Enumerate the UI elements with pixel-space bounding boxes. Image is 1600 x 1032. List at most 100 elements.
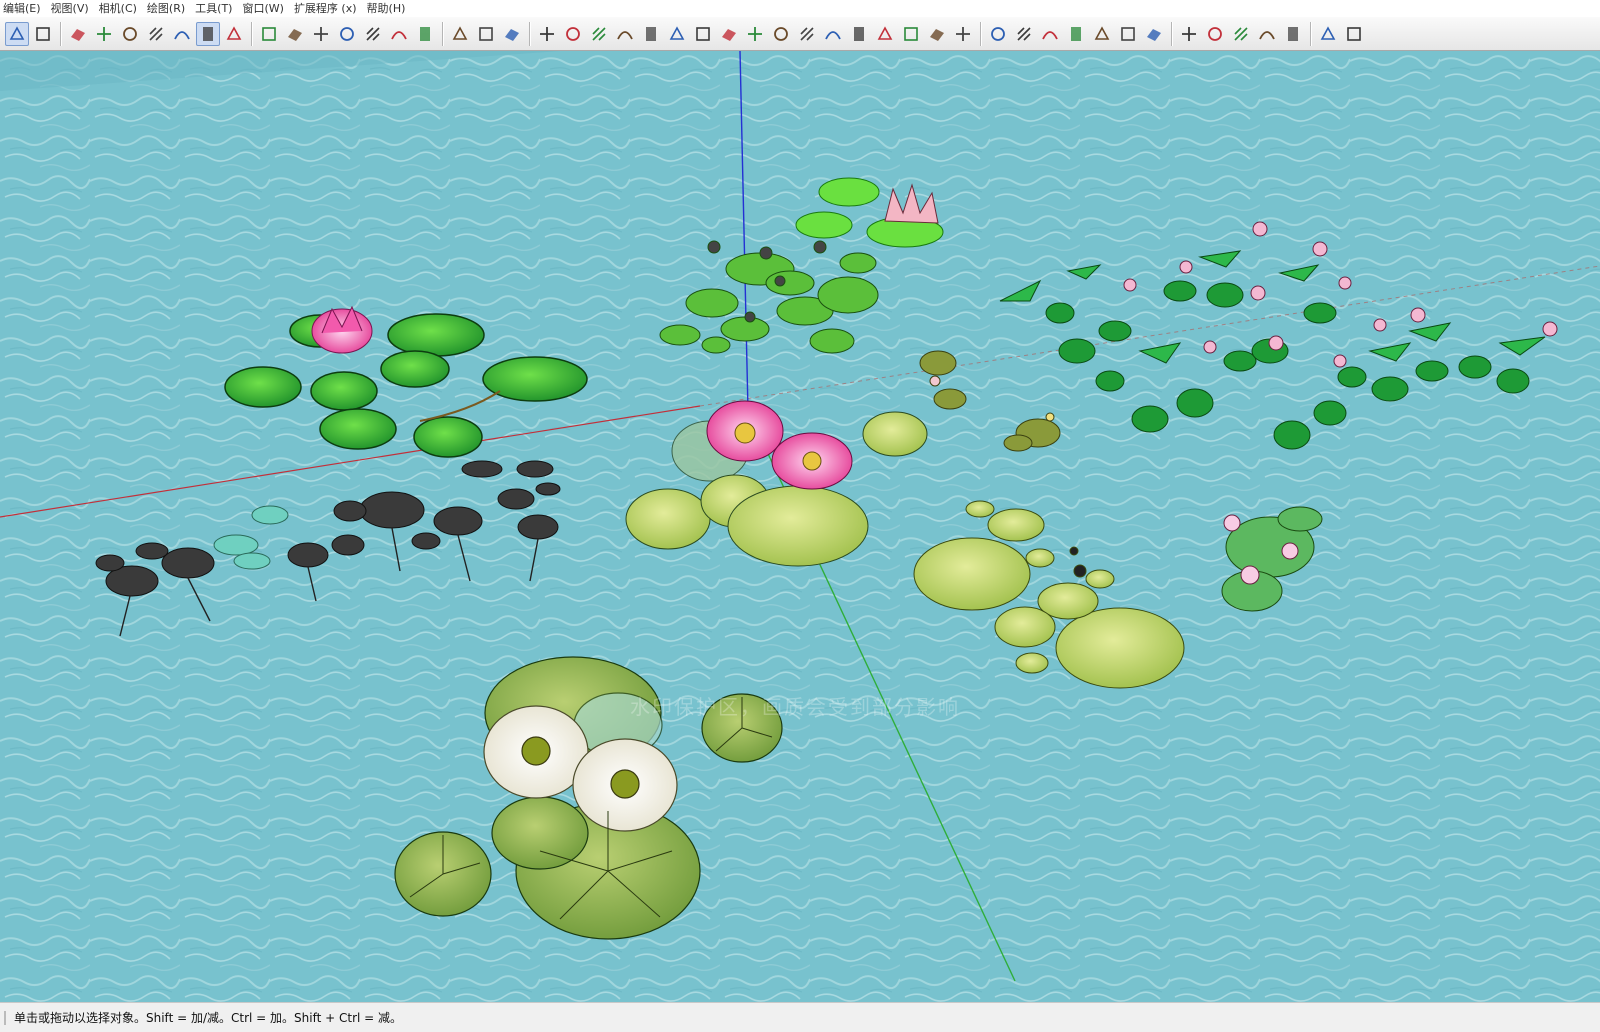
toolbar bbox=[0, 17, 1600, 51]
monochrome-button[interactable] bbox=[222, 22, 246, 46]
toolbar-group-0 bbox=[4, 21, 56, 46]
line-icon bbox=[824, 25, 842, 43]
offset-button[interactable] bbox=[665, 22, 689, 46]
chain-button[interactable] bbox=[1012, 22, 1036, 46]
plugin-s-icon bbox=[1345, 25, 1363, 43]
ramp-button[interactable] bbox=[587, 22, 611, 46]
bend-button[interactable] bbox=[691, 22, 715, 46]
chain-icon bbox=[1015, 25, 1033, 43]
plugin-s-button[interactable] bbox=[1342, 22, 1366, 46]
tree-button[interactable] bbox=[1255, 22, 1279, 46]
axe-button[interactable] bbox=[1090, 22, 1114, 46]
joint-button[interactable] bbox=[847, 22, 871, 46]
curve-button[interactable] bbox=[717, 22, 741, 46]
hidden-line-icon bbox=[147, 25, 165, 43]
axe-icon bbox=[1093, 25, 1111, 43]
table-button[interactable] bbox=[448, 22, 472, 46]
ramp-icon bbox=[590, 25, 608, 43]
status-text: 单击或拖动以选择对象。Shift = 加/减。Ctrl = 加。Shift + … bbox=[14, 1011, 403, 1025]
toolbar-group-1 bbox=[65, 21, 247, 46]
loop-icon bbox=[772, 25, 790, 43]
select-button[interactable] bbox=[5, 21, 29, 46]
column-button[interactable] bbox=[1142, 22, 1166, 46]
array-icon bbox=[1206, 25, 1224, 43]
toolbar-group-5 bbox=[985, 22, 1167, 46]
arc-button[interactable] bbox=[743, 22, 767, 46]
spiral-button[interactable] bbox=[795, 22, 819, 46]
eraser-button[interactable] bbox=[66, 22, 90, 46]
stairs-icon bbox=[538, 25, 556, 43]
plugin-a-button[interactable] bbox=[1316, 22, 1340, 46]
component-icon bbox=[34, 25, 52, 43]
menu-item-5[interactable]: 窗口(W) bbox=[239, 0, 290, 17]
shaded-button[interactable] bbox=[170, 22, 194, 46]
box-button[interactable] bbox=[1229, 22, 1253, 46]
spiral-icon bbox=[798, 25, 816, 43]
menu-item-3[interactable]: 绘图(R) bbox=[144, 0, 192, 17]
pipe-button[interactable] bbox=[639, 22, 663, 46]
railing-button[interactable] bbox=[1116, 22, 1140, 46]
push-button[interactable] bbox=[925, 22, 949, 46]
menu-item-6[interactable]: 扩展程序 (x) bbox=[291, 0, 364, 17]
bend-icon bbox=[694, 25, 712, 43]
orbit-button[interactable] bbox=[1064, 22, 1088, 46]
twist-button[interactable] bbox=[951, 22, 975, 46]
smoove-button[interactable] bbox=[387, 22, 411, 46]
menu-item-1[interactable]: 视图(V) bbox=[48, 0, 96, 17]
menu-item-7[interactable]: 帮助(H) bbox=[364, 0, 413, 17]
menu-item-0[interactable]: 编辑(E) bbox=[0, 0, 48, 17]
stairs-button[interactable] bbox=[535, 22, 559, 46]
paint-bucket-icon bbox=[95, 25, 113, 43]
bars-icon bbox=[616, 25, 634, 43]
shaded-texture-button[interactable] bbox=[196, 21, 220, 46]
window-icon bbox=[564, 25, 582, 43]
dome-button[interactable] bbox=[986, 22, 1010, 46]
toolbar-group-4 bbox=[534, 22, 976, 46]
component-button[interactable] bbox=[31, 22, 55, 46]
toolbar-group-7 bbox=[1315, 22, 1367, 46]
hidden-line-button[interactable] bbox=[144, 22, 168, 46]
scene-canvas[interactable] bbox=[0, 51, 1600, 1002]
orbit-icon bbox=[1067, 25, 1085, 43]
eraser-icon bbox=[69, 25, 87, 43]
menu-item-2[interactable]: 相机(C) bbox=[96, 0, 144, 17]
toolbar-separator bbox=[529, 21, 530, 46]
add-detail-button[interactable] bbox=[413, 22, 437, 46]
railing-icon bbox=[1119, 25, 1137, 43]
wave-icon bbox=[1041, 25, 1059, 43]
brush-button[interactable] bbox=[1281, 22, 1305, 46]
bars-button[interactable] bbox=[613, 22, 637, 46]
terrain-button[interactable] bbox=[283, 22, 307, 46]
drape-button[interactable] bbox=[335, 22, 359, 46]
grid-button[interactable] bbox=[500, 22, 524, 46]
toolbar-separator bbox=[442, 21, 443, 46]
menu-item-4[interactable]: 工具(T) bbox=[192, 0, 239, 17]
mirror-icon bbox=[1180, 25, 1198, 43]
loop-button[interactable] bbox=[769, 22, 793, 46]
paint-bucket-button[interactable] bbox=[92, 22, 116, 46]
unfold-button[interactable] bbox=[899, 22, 923, 46]
monochrome-icon bbox=[225, 25, 243, 43]
stamp-button[interactable] bbox=[309, 22, 333, 46]
window-button[interactable] bbox=[561, 22, 585, 46]
pipe-icon bbox=[642, 25, 660, 43]
sandbox-button[interactable] bbox=[257, 22, 281, 46]
add-detail-icon bbox=[416, 25, 434, 43]
3d-viewport[interactable]: 水印保护区，画质会受到部分影响 bbox=[0, 51, 1600, 1002]
sandbox-icon bbox=[260, 25, 278, 43]
wave-button[interactable] bbox=[1038, 22, 1062, 46]
wireframe-button[interactable] bbox=[118, 22, 142, 46]
statusbar: 单击或拖动以选择对象。Shift = 加/减。Ctrl = 加。Shift + … bbox=[0, 1002, 1600, 1032]
plugin-a-icon bbox=[1319, 25, 1337, 43]
shaded-texture-icon bbox=[199, 25, 217, 43]
array-button[interactable] bbox=[1203, 22, 1227, 46]
flip-edge-button[interactable] bbox=[361, 22, 385, 46]
arc-icon bbox=[746, 25, 764, 43]
fold-button[interactable] bbox=[873, 22, 897, 46]
layout-icon bbox=[477, 25, 495, 43]
push-icon bbox=[928, 25, 946, 43]
line-button[interactable] bbox=[821, 22, 845, 46]
layout-button[interactable] bbox=[474, 22, 498, 46]
terrain-icon bbox=[286, 25, 304, 43]
mirror-button[interactable] bbox=[1177, 22, 1201, 46]
